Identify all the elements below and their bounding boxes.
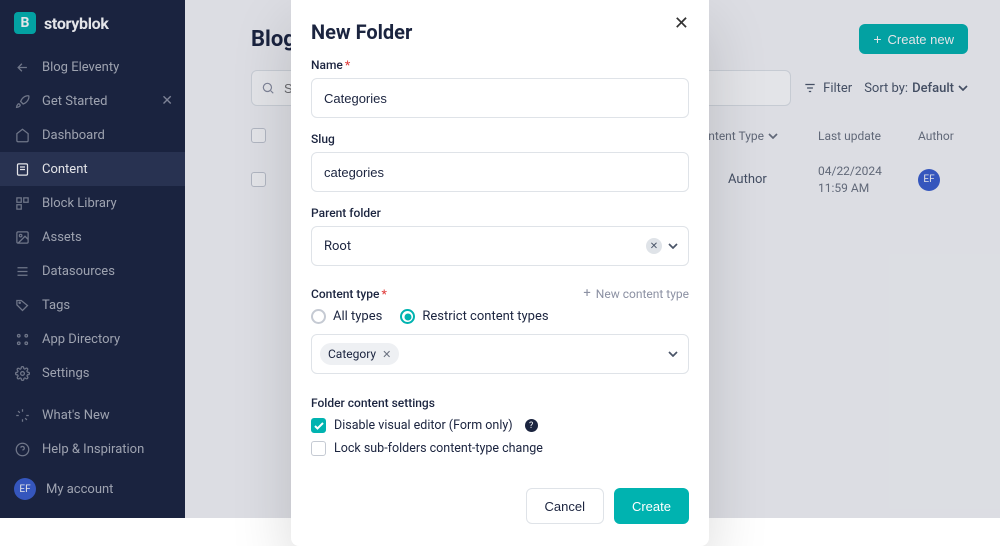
radio-all-types[interactable]: All types — [311, 309, 382, 324]
parent-label: Parent folder — [311, 206, 689, 220]
radio-icon — [311, 309, 326, 324]
content-type-radio-group: All types Restrict content types — [311, 309, 689, 324]
new-content-type-label: New content type — [596, 287, 689, 301]
content-type-label: Content type* — [311, 287, 387, 301]
modal-title: New Folder — [311, 20, 412, 44]
content-type-chip-select[interactable]: Category ✕ — [311, 334, 689, 374]
required-indicator: * — [381, 287, 386, 301]
radio-label: All types — [333, 309, 382, 324]
label-text: Name — [311, 58, 343, 72]
chip-remove-icon[interactable]: ✕ — [382, 348, 391, 361]
create-button[interactable]: Create — [614, 488, 689, 524]
folder-settings-label: Folder content settings — [311, 396, 689, 410]
modal-close-button[interactable]: ✕ — [674, 14, 689, 32]
check-label: Disable visual editor (Form only) — [334, 418, 513, 433]
checkbox-icon — [311, 441, 326, 456]
slug-label: Slug — [311, 132, 689, 146]
radio-label: Restrict content types — [422, 309, 548, 324]
new-content-type-button[interactable]: + New content type — [583, 286, 689, 301]
check-label: Lock sub-folders content-type change — [334, 441, 543, 456]
content-type-label-row: Content type* + New content type — [311, 286, 689, 301]
parent-value: Root — [324, 239, 351, 254]
slug-input[interactable] — [311, 152, 689, 192]
check-lock-sub[interactable]: Lock sub-folders content-type change — [311, 441, 689, 456]
clear-icon[interactable]: ✕ — [646, 238, 662, 254]
new-folder-modal: New Folder ✕ Name* Slug Parent folder Ro… — [291, 0, 709, 546]
check-disable-visual[interactable]: Disable visual editor (Form only) ? — [311, 418, 689, 433]
checkbox-icon — [311, 418, 326, 433]
required-indicator: * — [345, 58, 350, 72]
modal-header: New Folder ✕ — [311, 20, 689, 44]
info-icon[interactable]: ? — [525, 419, 538, 432]
chip-label: Category — [328, 347, 376, 361]
name-input[interactable] — [311, 78, 689, 118]
parent-folder-select[interactable]: Root ✕ — [311, 226, 689, 266]
chevron-down-icon — [668, 243, 678, 249]
label-text: Content type — [311, 287, 379, 301]
modal-footer: Cancel Create — [311, 488, 689, 524]
chevron-down-icon — [668, 351, 678, 357]
content-type-chip: Category ✕ — [320, 343, 399, 365]
plus-icon: + — [583, 286, 590, 301]
radio-icon — [400, 309, 415, 324]
cancel-button[interactable]: Cancel — [526, 488, 604, 524]
name-label: Name* — [311, 58, 689, 72]
radio-restrict[interactable]: Restrict content types — [400, 309, 548, 324]
